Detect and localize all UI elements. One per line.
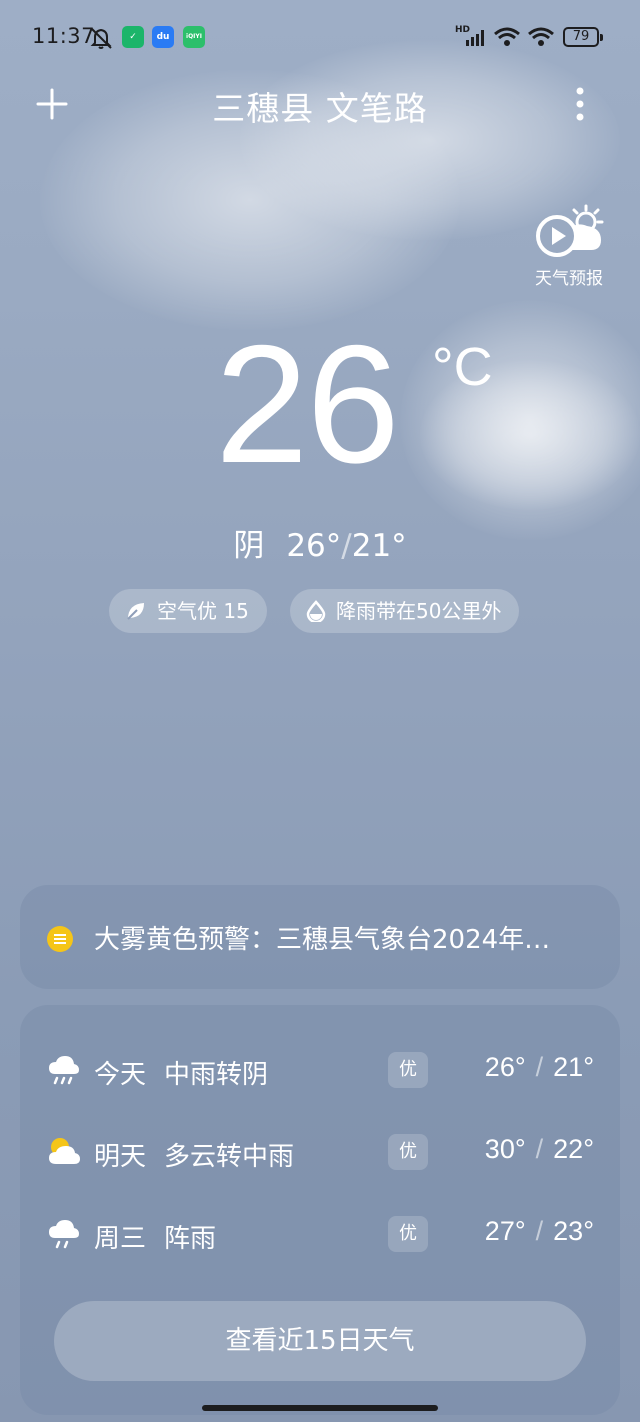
temp-separator: / [535, 1134, 544, 1164]
wifi-icon [493, 26, 521, 52]
temp-separator: / [535, 1052, 544, 1082]
forecast-low: 21° [553, 1052, 594, 1082]
forecast-temp-range: 30° / 22° [485, 1134, 594, 1165]
water-drop-icon [306, 600, 326, 622]
wifi-icon [527, 26, 555, 52]
forecast-row[interactable]: 明天 多云转中雨 优 30° / 22° [20, 1122, 620, 1182]
home-indicator[interactable] [202, 1405, 438, 1411]
forecast-high: 30° [484, 1134, 526, 1164]
alert-text: 大雾黄色预警：三穗县气象台2024年… [94, 925, 551, 955]
today-high: 26° [286, 528, 342, 564]
leaf-icon [127, 603, 144, 620]
partly-cloudy-icon [49, 1138, 80, 1164]
forecast-condition: 中雨转阴 [164, 1060, 269, 1090]
temperature-unit: °C [432, 337, 493, 397]
forecast-high: 26° [484, 1052, 526, 1082]
forecast-day: 今天 [94, 1060, 147, 1090]
current-temperature: 26 [215, 310, 400, 498]
video-play-cloud-icon [536, 204, 604, 257]
forecast-temp-range: 27° / 23° [485, 1216, 594, 1247]
weather-forecast-video-button[interactable]: 天气预报 [526, 204, 612, 289]
aqi-badge: 优 [388, 1052, 428, 1088]
current-condition: 阴 [233, 528, 265, 564]
forecast-condition: 多云转中雨 [164, 1142, 295, 1172]
battery-indicator: 79 [563, 27, 603, 47]
signal-icon [466, 28, 488, 50]
forecast-low: 23° [553, 1216, 594, 1246]
forecast-temp-range: 26° / 21° [485, 1052, 594, 1083]
forecast-day-label: 今天 中雨转阴 [94, 1054, 268, 1091]
rain-radar-text: 降雨带在50公里外 [336, 599, 502, 623]
weather-alert-card[interactable]: 大雾黄色预警：三穗县气象台2024年… [20, 885, 620, 989]
iqiyi-app-icon: iQIYI [183, 26, 205, 48]
air-quality-text: 空气优 15 [157, 599, 249, 623]
more-options-button[interactable] [566, 84, 594, 124]
daily-forecast-card: 今天 中雨转阴 优 26° / 21° 明天 多云转中雨 优 30° / 22° 周三 阵雨 … [20, 1005, 620, 1415]
weather-forecast-label: 天气预报 [535, 269, 603, 289]
air-quality-pill[interactable]: 空气优 15 [109, 589, 267, 633]
today-low: 21° [351, 528, 407, 564]
forecast-condition: 阵雨 [164, 1224, 217, 1254]
forecast-day-label: 明天 多云转中雨 [94, 1136, 294, 1173]
forecast-low: 22° [553, 1134, 594, 1164]
forecast-row[interactable]: 周三 阵雨 优 27° / 23° [20, 1204, 620, 1264]
forecast-day-label: 周三 阵雨 [94, 1218, 216, 1255]
status-time: 11:37 [32, 24, 96, 48]
shield-app-icon: ✓ [122, 26, 144, 48]
du-app-icon: du [152, 26, 174, 48]
shower-icon [49, 1220, 79, 1249]
temp-separator: / [535, 1216, 544, 1246]
forecast-day: 明天 [94, 1142, 147, 1172]
aqi-badge: 优 [388, 1134, 428, 1170]
aqi-badge: 优 [388, 1216, 428, 1252]
location-title: 三穗县 文笔路 [212, 89, 428, 128]
forecast-row[interactable]: 今天 中雨转阴 优 26° / 21° [20, 1040, 620, 1100]
alert-warning-icon [47, 926, 73, 952]
rain-radar-pill[interactable]: 降雨带在50公里外 [290, 589, 520, 633]
status-bar: 11:37 ✓ du iQIYI HD 79 [0, 0, 640, 76]
forecast-day: 周三 [94, 1224, 147, 1254]
today-summary: 阴 26°/21° [0, 520, 640, 565]
view-15-day-forecast-button[interactable]: 查看近15日天气 [54, 1301, 586, 1381]
silent-bell-icon [89, 26, 115, 54]
rain-cloud-icon [49, 1056, 79, 1085]
temp-separator: / [341, 528, 352, 564]
forecast-high: 27° [484, 1216, 526, 1246]
more-vertical-icon [576, 87, 584, 121]
